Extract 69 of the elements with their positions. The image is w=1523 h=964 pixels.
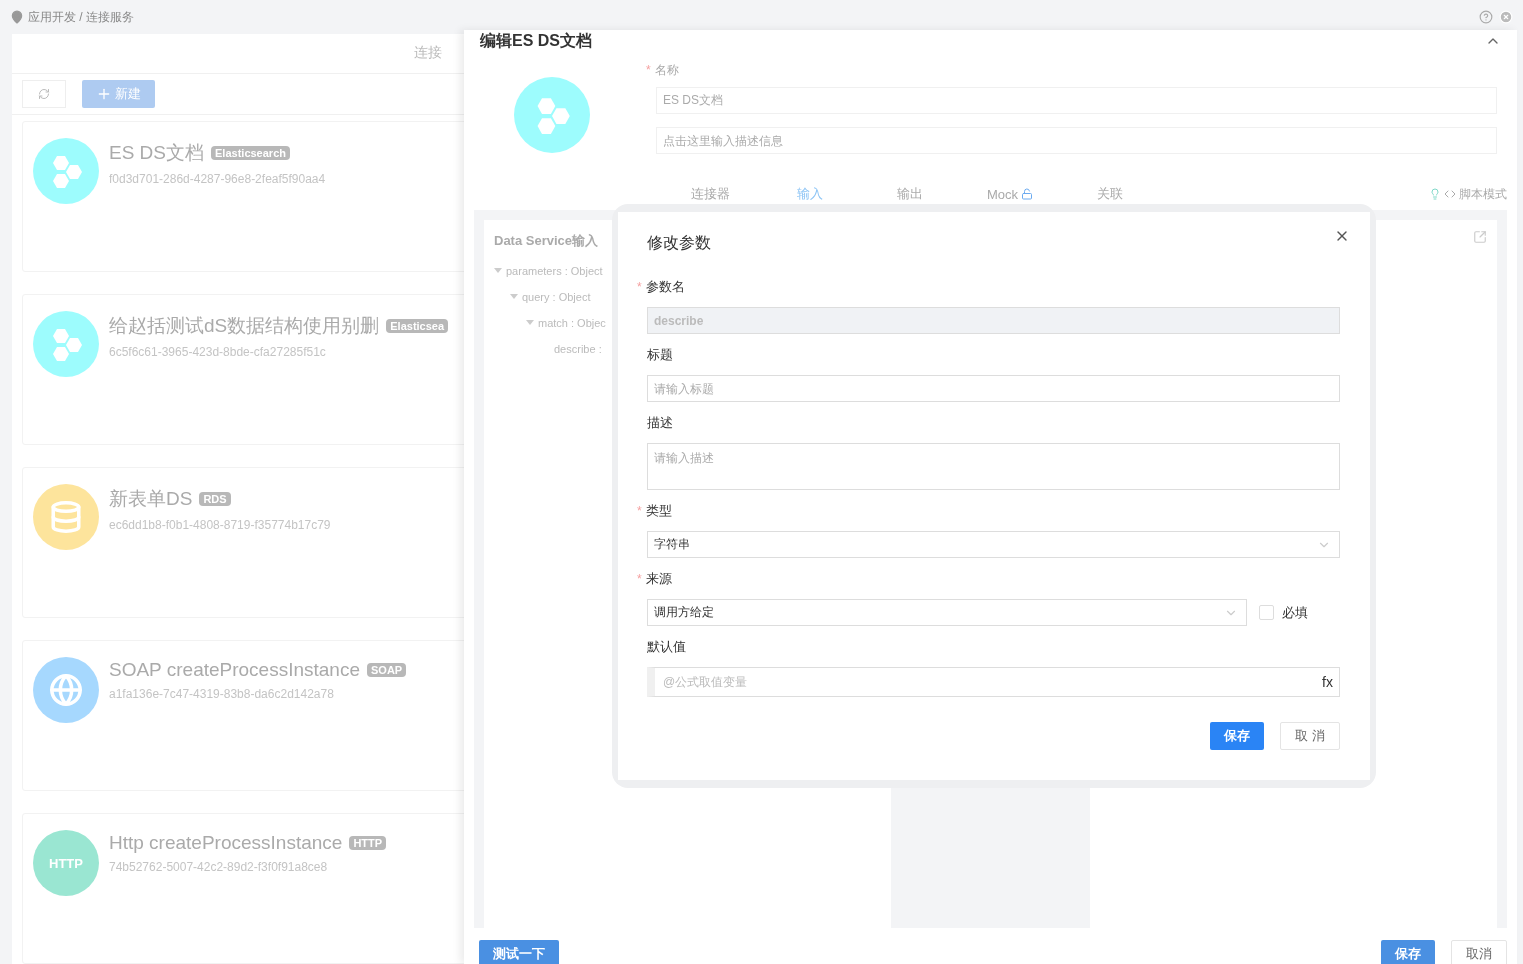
- card-title: SOAP createProcessInstance: [109, 659, 360, 681]
- select-field[interactable]: 调用方给定: [647, 599, 1247, 626]
- textarea-field[interactable]: 请输入描述: [647, 443, 1340, 490]
- card-id: ec6dd1b8-f0b1-4808-8719-f35774b17c79: [109, 518, 331, 532]
- type-badge: RDS: [199, 492, 231, 506]
- card-id: f0d3d701-286d-4287-96e8-2feaf5f90aa4: [109, 172, 326, 186]
- code-icon: [1444, 188, 1456, 200]
- card-title: Http createProcessInstance: [109, 832, 343, 854]
- drawer-title: 编辑ES DS文档: [480, 30, 592, 51]
- card-id: a1fa136e-7c47-4319-83b8-da6c2d142a78: [109, 687, 335, 701]
- avatar-text: HTTP: [49, 855, 83, 871]
- help-icon[interactable]: [1479, 10, 1493, 24]
- field-label: * 参数名: [637, 278, 686, 296]
- tab[interactable]: 输入: [760, 185, 860, 203]
- name-field[interactable]: ES DS文档: [656, 87, 1497, 114]
- square-arrow-icon[interactable]: [1473, 230, 1487, 244]
- save-button[interactable]: 保存: [1210, 722, 1265, 750]
- card-title: 新表单DS: [109, 487, 193, 511]
- lightbulb-icon: [1429, 188, 1441, 200]
- card-id: 6c5f6c61-3965-423d-8bde-cfa27285f51c: [109, 345, 327, 359]
- type-badge: Elasticsearch: [211, 146, 290, 160]
- save-button[interactable]: 保存: [1381, 940, 1435, 964]
- cancel-button[interactable]: 取 消: [1280, 722, 1340, 750]
- field-label: 标题: [647, 346, 674, 364]
- test-button[interactable]: 测试一下: [479, 940, 559, 964]
- location-pin-icon: [10, 10, 24, 24]
- text-field[interactable]: 请输入标题: [647, 375, 1340, 402]
- globe-icon: [49, 673, 83, 707]
- tab[interactable]: 输出: [860, 185, 960, 203]
- tab[interactable]: 连接器: [660, 185, 760, 203]
- breadcrumb: 应用开发 / 连接服务: [28, 8, 134, 26]
- field-label: * 来源: [637, 570, 673, 588]
- card-id: 74b52762-5007-42c2-89d2-f3f0f91a8ce8: [109, 860, 329, 874]
- refresh-button[interactable]: [22, 79, 66, 108]
- caret-icon[interactable]: [526, 319, 534, 327]
- formula-input[interactable]: @公式取值变量: [661, 674, 1323, 690]
- tree-item[interactable]: describe :: [554, 343, 602, 355]
- tab[interactable]: 关联: [1060, 185, 1160, 203]
- description-field[interactable]: 点击这里输入描述信息: [656, 127, 1497, 154]
- field-label: 描述: [647, 414, 674, 432]
- caret-icon[interactable]: [510, 293, 518, 301]
- tree-item[interactable]: match : Objec: [538, 317, 606, 329]
- field-label: * 类型: [637, 502, 673, 520]
- type-badge: SOAP: [367, 663, 407, 677]
- tree-item[interactable]: query : Object: [522, 291, 591, 303]
- checkbox-label: 必填: [1282, 603, 1308, 622]
- panel-title: 连接: [414, 44, 442, 63]
- fx-button[interactable]: fx: [1322, 674, 1333, 690]
- refresh-icon: [38, 87, 50, 100]
- select-field[interactable]: 字符串: [647, 531, 1340, 558]
- card-title: 给赵括测试dS数据结构使用别删: [109, 314, 380, 338]
- card-title: ES DS文档: [109, 141, 205, 165]
- dialog-title: 修改参数: [647, 233, 712, 253]
- database-icon: [49, 500, 83, 534]
- tree-item[interactable]: parameters : Object: [506, 265, 603, 277]
- script-mode-link[interactable]: 脚本模式: [1459, 185, 1507, 203]
- checkbox[interactable]: [1259, 605, 1274, 620]
- cancel-button[interactable]: 取消: [1451, 940, 1507, 964]
- close-icon[interactable]: [1499, 10, 1513, 24]
- panel-title: Data Service输入: [494, 232, 599, 250]
- field-label: * 名称: [646, 62, 680, 79]
- new-button[interactable]: 新建: [82, 79, 155, 108]
- type-badge: HTTP: [349, 836, 387, 850]
- type-badge: Elasticsea: [386, 319, 449, 333]
- field-label: 默认值: [647, 638, 687, 656]
- tab[interactable]: Mock: [960, 186, 1060, 202]
- unlock-icon: [1021, 188, 1034, 200]
- formula-field[interactable]: @公式取值变量 fx: [647, 667, 1340, 697]
- caret-icon[interactable]: [494, 267, 502, 275]
